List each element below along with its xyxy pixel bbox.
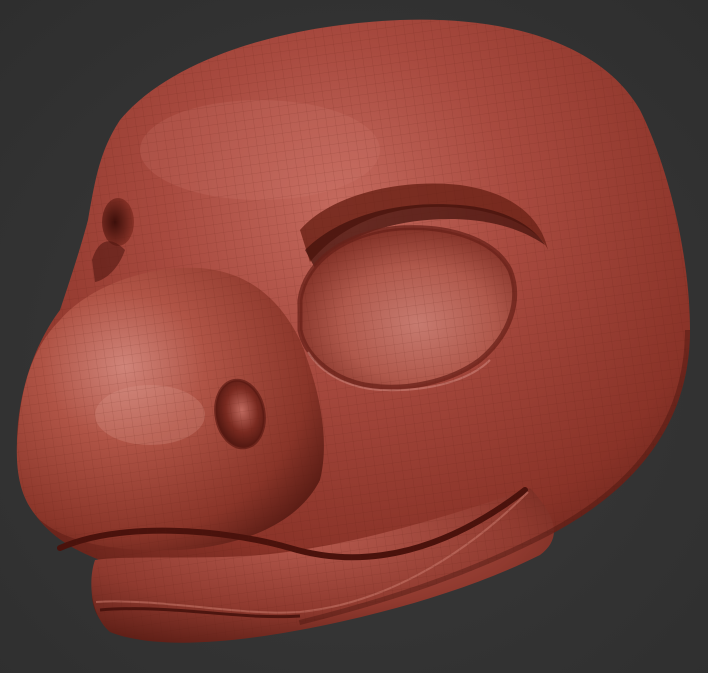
sculpt-viewport[interactable] — [0, 0, 708, 673]
sculpt-canvas[interactable] — [0, 0, 708, 673]
